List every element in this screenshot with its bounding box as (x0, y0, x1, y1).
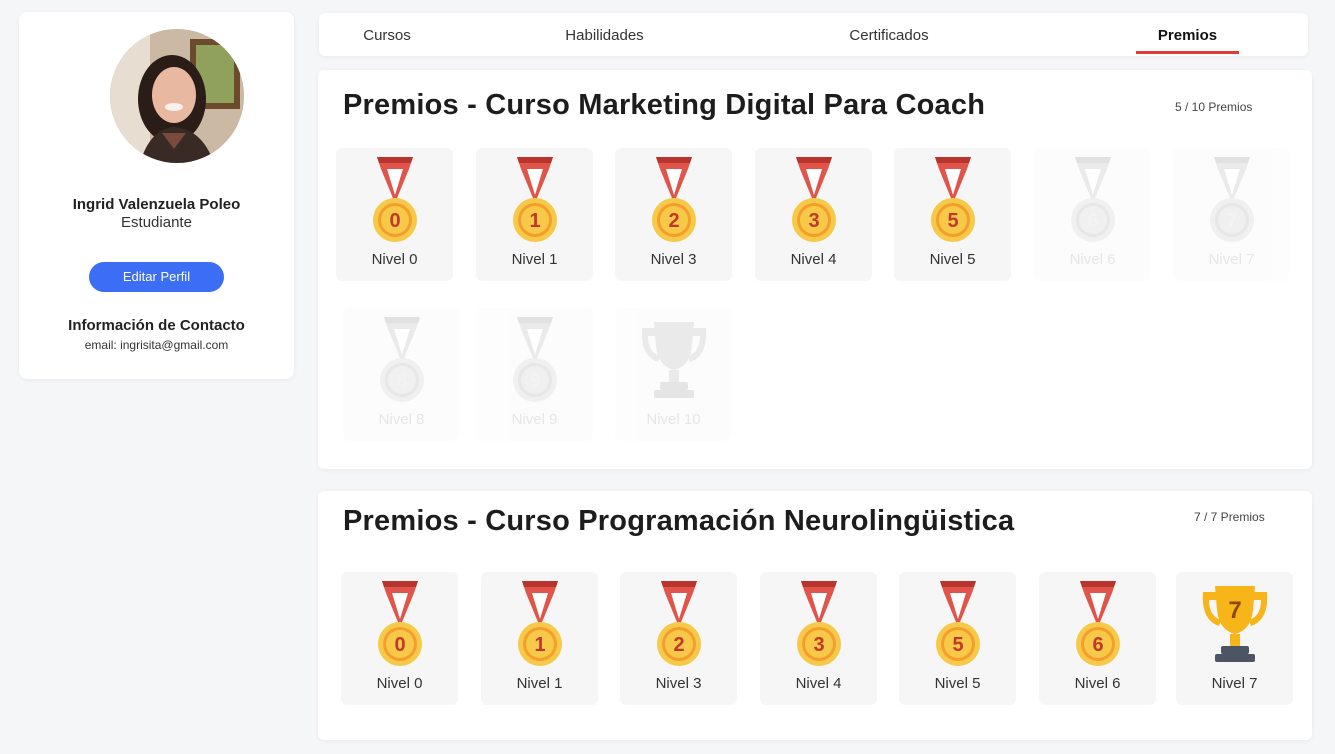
medal-icon: 9 (505, 315, 565, 405)
section-award-count: 5 / 10 Premios (1175, 100, 1253, 114)
trophy-icon (634, 316, 714, 406)
svg-text:1: 1 (529, 210, 540, 232)
svg-text:5: 5 (952, 634, 963, 656)
svg-text:7: 7 (1228, 597, 1241, 624)
svg-text:8: 8 (396, 370, 407, 392)
tab-premios[interactable]: Premios (1136, 13, 1239, 56)
award-label: Nivel 1 (511, 251, 558, 268)
award-card[interactable]: 1 Nivel 1 (476, 148, 593, 281)
tab-bar: Cursos Habilidades Certificados Premios (319, 13, 1308, 56)
award-label: Nivel 6 (1069, 251, 1116, 268)
profile-card: Ingrid Valenzuela Poleo Estudiante Edita… (19, 12, 294, 379)
award-label: Nivel 8 (378, 411, 425, 428)
medal-icon: 2 (644, 155, 704, 245)
avatar[interactable] (110, 29, 244, 163)
medal-icon: 7 (1202, 155, 1262, 245)
svg-text:3: 3 (813, 634, 824, 656)
award-card[interactable]: 6 Nivel 6 (1039, 572, 1156, 705)
award-card[interactable]: 2 Nivel 3 (615, 148, 732, 281)
svg-text:9: 9 (529, 370, 540, 392)
svg-text:6: 6 (1092, 634, 1103, 656)
award-card[interactable]: 1 Nivel 1 (481, 572, 598, 705)
svg-text:0: 0 (389, 210, 400, 232)
medal-icon: 1 (510, 579, 570, 669)
award-card[interactable]: 9 Nivel 9 (476, 308, 593, 441)
award-label: Nivel 0 (371, 251, 418, 268)
award-label: Nivel 7 (1208, 251, 1255, 268)
award-label: Nivel 3 (655, 675, 702, 692)
award-card[interactable]: 3 Nivel 4 (760, 572, 877, 705)
medal-icon: 6 (1068, 579, 1128, 669)
award-label: Nivel 10 (646, 411, 701, 428)
section-title: Premios - Curso Programación Neurolingüi… (343, 505, 1015, 537)
award-label: Nivel 4 (790, 251, 837, 268)
medal-icon: 5 (923, 155, 983, 245)
section-award-count: 7 / 7 Premios (1194, 510, 1265, 524)
award-card[interactable]: 5 Nivel 5 (899, 572, 1016, 705)
profile-name: Ingrid Valenzuela Poleo (72, 196, 241, 213)
award-card[interactable]: 7 Nivel 7 (1173, 148, 1290, 281)
medal-icon: 6 (1063, 155, 1123, 245)
tab-cursos[interactable]: Cursos (347, 13, 427, 56)
section-title: Premios - Curso Marketing Digital Para C… (343, 89, 986, 121)
awards-section-neurolinguistica: Premios - Curso Programación Neurolingüi… (318, 491, 1312, 740)
awards-section-marketing: Premios - Curso Marketing Digital Para C… (318, 70, 1312, 469)
avatar-photo (110, 29, 244, 163)
award-card[interactable]: 3 Nivel 4 (755, 148, 872, 281)
award-label: Nivel 0 (376, 675, 423, 692)
award-label: Nivel 4 (795, 675, 842, 692)
svg-text:3: 3 (808, 210, 819, 232)
award-label: Nivel 9 (511, 411, 558, 428)
trophy-icon: 7 (1195, 580, 1275, 670)
svg-text:7: 7 (1226, 210, 1237, 232)
medal-icon: 0 (365, 155, 425, 245)
award-label: Nivel 1 (516, 675, 563, 692)
medal-icon: 8 (372, 315, 432, 405)
award-label: Nivel 3 (650, 251, 697, 268)
award-card[interactable]: 7 Nivel 7 (1176, 572, 1293, 705)
svg-text:5: 5 (947, 210, 958, 232)
award-card[interactable]: 6 Nivel 6 (1034, 148, 1151, 281)
profile-role: Estudiante (121, 214, 192, 231)
tab-certificados[interactable]: Certificados (834, 13, 944, 56)
svg-text:0: 0 (394, 634, 405, 656)
award-card[interactable]: 8 Nivel 8 (343, 308, 460, 441)
medal-icon: 5 (928, 579, 988, 669)
contact-email: email: ingrisita@gmail.com (84, 338, 229, 352)
award-label: Nivel 5 (929, 251, 976, 268)
tab-habilidades[interactable]: Habilidades (553, 13, 656, 56)
award-card[interactable]: 0 Nivel 0 (336, 148, 453, 281)
medal-icon: 0 (370, 579, 430, 669)
medal-icon: 3 (784, 155, 844, 245)
award-card[interactable]: 5 Nivel 5 (894, 148, 1011, 281)
award-card[interactable]: 2 Nivel 3 (620, 572, 737, 705)
medal-icon: 3 (789, 579, 849, 669)
award-label: Nivel 7 (1211, 675, 1258, 692)
contact-title: Información de Contacto (68, 317, 245, 334)
medal-icon: 1 (505, 155, 565, 245)
svg-text:2: 2 (668, 210, 679, 232)
medal-icon: 2 (649, 579, 709, 669)
svg-text:6: 6 (1087, 210, 1098, 232)
award-card[interactable]: 0 Nivel 0 (341, 572, 458, 705)
svg-text:2: 2 (673, 634, 684, 656)
award-card[interactable]: Nivel 10 (615, 308, 732, 441)
edit-profile-button[interactable]: Editar Perfil (89, 262, 224, 292)
award-label: Nivel 5 (934, 675, 981, 692)
svg-text:1: 1 (534, 634, 545, 656)
award-label: Nivel 6 (1074, 675, 1121, 692)
